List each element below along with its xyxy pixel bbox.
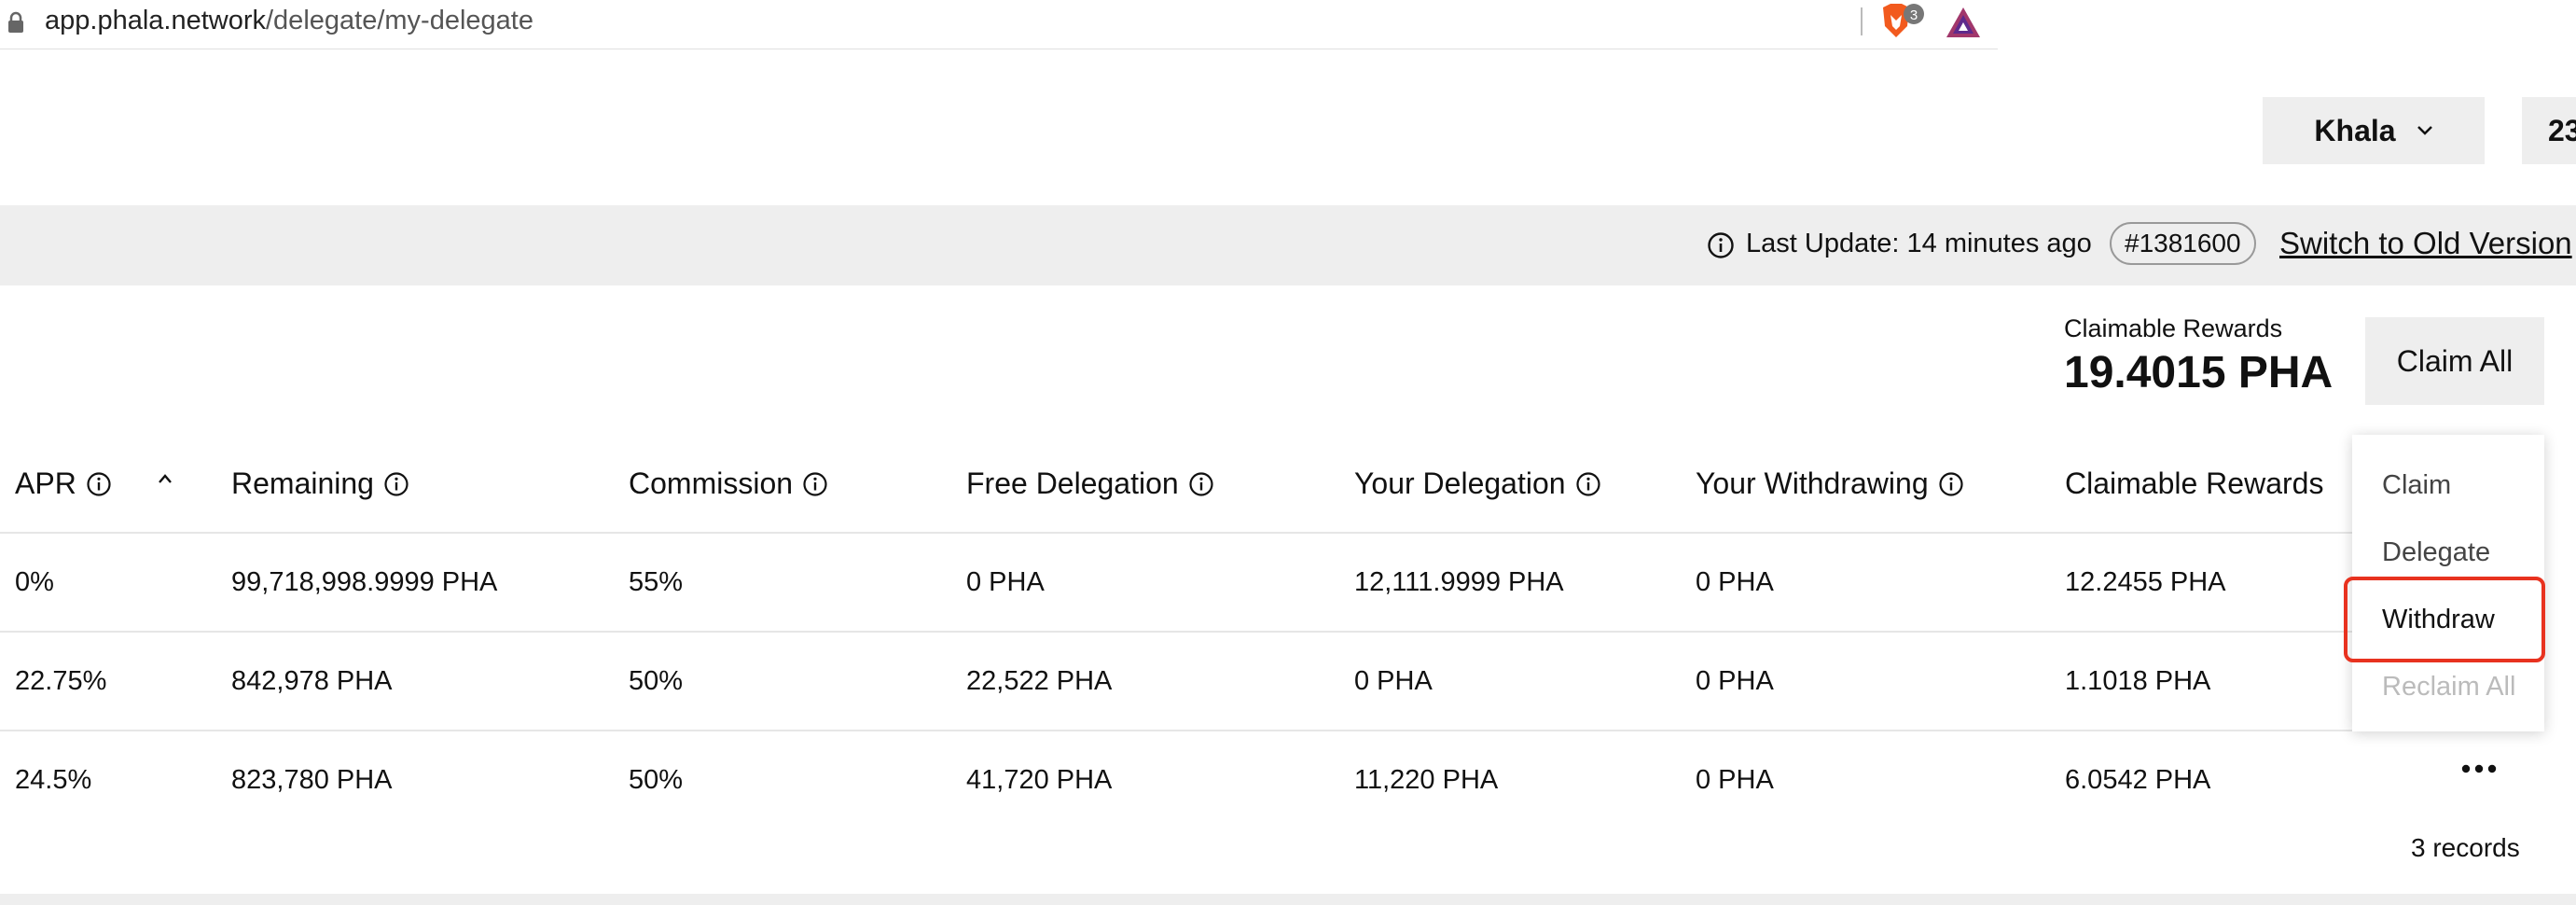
cell-remaining: 823,780 PHA <box>231 765 393 795</box>
network-selector[interactable]: Khala <box>2263 97 2485 164</box>
header-remaining-label: Remaining <box>231 466 374 500</box>
header-apr[interactable]: APR <box>15 466 112 501</box>
header-free-delegation-label: Free Delegation <box>966 466 1179 500</box>
chevron-down-icon <box>2417 126 2432 135</box>
info-icon <box>1939 471 1963 496</box>
cell-commission: 50% <box>629 765 684 795</box>
cell-your-withdrawing: 0 PHA <box>1696 567 1774 597</box>
cell-free-delegation: 41,720 PHA <box>966 765 1113 795</box>
cell-claimable-rewards: 1.1018 PHA <box>2065 666 2211 696</box>
cell-claimable-rewards: 6.0542 PHA <box>2065 765 2211 795</box>
info-icon <box>384 471 409 496</box>
info-icon <box>1189 471 1213 496</box>
url-text[interactable]: app.phala.network/delegate/my-delegate <box>45 6 533 36</box>
menu-item-reclaim-all: Reclaim All <box>2382 672 2516 702</box>
brave-lion-icon: 3 <box>1883 4 1924 37</box>
url-path: /delegate/my-delegate <box>266 6 533 35</box>
brave-badge-count: 3 <box>1910 7 1918 23</box>
cell-claimable-rewards: 12.2455 PHA <box>2065 567 2226 597</box>
cell-apr: 24.5% <box>15 765 92 795</box>
cell-apr: 0% <box>15 567 54 597</box>
sort-ascending-icon[interactable] <box>157 472 173 485</box>
footer-strip <box>0 894 2576 905</box>
row-divider <box>0 730 2544 731</box>
cell-free-delegation: 22,522 PHA <box>966 666 1113 696</box>
cell-your-delegation: 12,111.9999 PHA <box>1354 567 1564 597</box>
header-remaining: Remaining <box>231 466 409 501</box>
account-button[interactable]: 23 <box>2522 97 2576 164</box>
last-update-text: Last Update: 14 minutes ago <box>1746 229 2092 258</box>
cell-your-delegation: 11,220 PHA <box>1354 765 1499 795</box>
account-label: 23 <box>2548 113 2576 147</box>
claimable-rewards-label: Claimable Rewards <box>2064 314 2283 342</box>
cell-remaining: 99,718,998.9999 PHA <box>231 567 498 597</box>
cell-free-delegation: 0 PHA <box>966 567 1045 597</box>
toolbar-divider <box>1861 7 1863 35</box>
url-host: app.phala.network <box>45 6 266 35</box>
header-your-withdrawing-label: Your Withdrawing <box>1696 466 1929 500</box>
bat-rewards-icon[interactable] <box>1945 6 1982 39</box>
header-commission: Commission <box>629 466 828 501</box>
header-claimable-rewards: Claimable Rewards <box>2065 466 2323 501</box>
info-icon <box>1575 471 1600 496</box>
cell-your-delegation: 0 PHA <box>1354 666 1433 696</box>
claim-all-button[interactable]: Claim All <box>2365 317 2544 405</box>
cell-your-withdrawing: 0 PHA <box>1696 666 1774 696</box>
header-your-withdrawing: Your Withdrawing <box>1696 466 1964 501</box>
header-your-delegation-label: Your Delegation <box>1354 466 1566 500</box>
menu-item-delegate[interactable]: Delegate <box>2382 537 2490 568</box>
menu-item-claim[interactable]: Claim <box>2382 470 2451 501</box>
lock-icon <box>8 11 23 33</box>
header-free-delegation: Free Delegation <box>966 466 1214 501</box>
cell-commission: 55% <box>629 567 684 597</box>
cell-apr: 22.75% <box>15 666 107 696</box>
cell-commission: 50% <box>629 666 684 696</box>
info-icon <box>803 471 827 496</box>
header-claimable-rewards-label: Claimable Rewards <box>2065 466 2324 500</box>
block-number-badge: #1381600 <box>2110 222 2256 265</box>
brave-shield-icon[interactable]: 3 <box>1879 2 1932 41</box>
records-count: 3 records <box>2411 833 2520 862</box>
header-your-delegation: Your Delegation <box>1354 466 1601 501</box>
header-apr-label: APR <box>15 466 76 500</box>
claimable-rewards-amount: 19.4015 PHA <box>2064 348 2334 397</box>
switch-old-version-link[interactable]: Switch to Old Version <box>2279 226 2572 261</box>
header-commission-label: Commission <box>629 466 794 500</box>
withdraw-highlight-box <box>2344 577 2545 662</box>
browser-bar-blank <box>1998 0 2576 52</box>
cell-remaining: 842,978 PHA <box>231 666 393 696</box>
network-name: Khala <box>2314 113 2396 147</box>
info-icon <box>87 471 111 496</box>
row-divider <box>0 532 2544 534</box>
row-divider <box>0 631 2544 633</box>
info-icon <box>1708 232 1734 258</box>
more-actions-icon[interactable] <box>2458 758 2500 780</box>
cell-your-withdrawing: 0 PHA <box>1696 765 1774 795</box>
